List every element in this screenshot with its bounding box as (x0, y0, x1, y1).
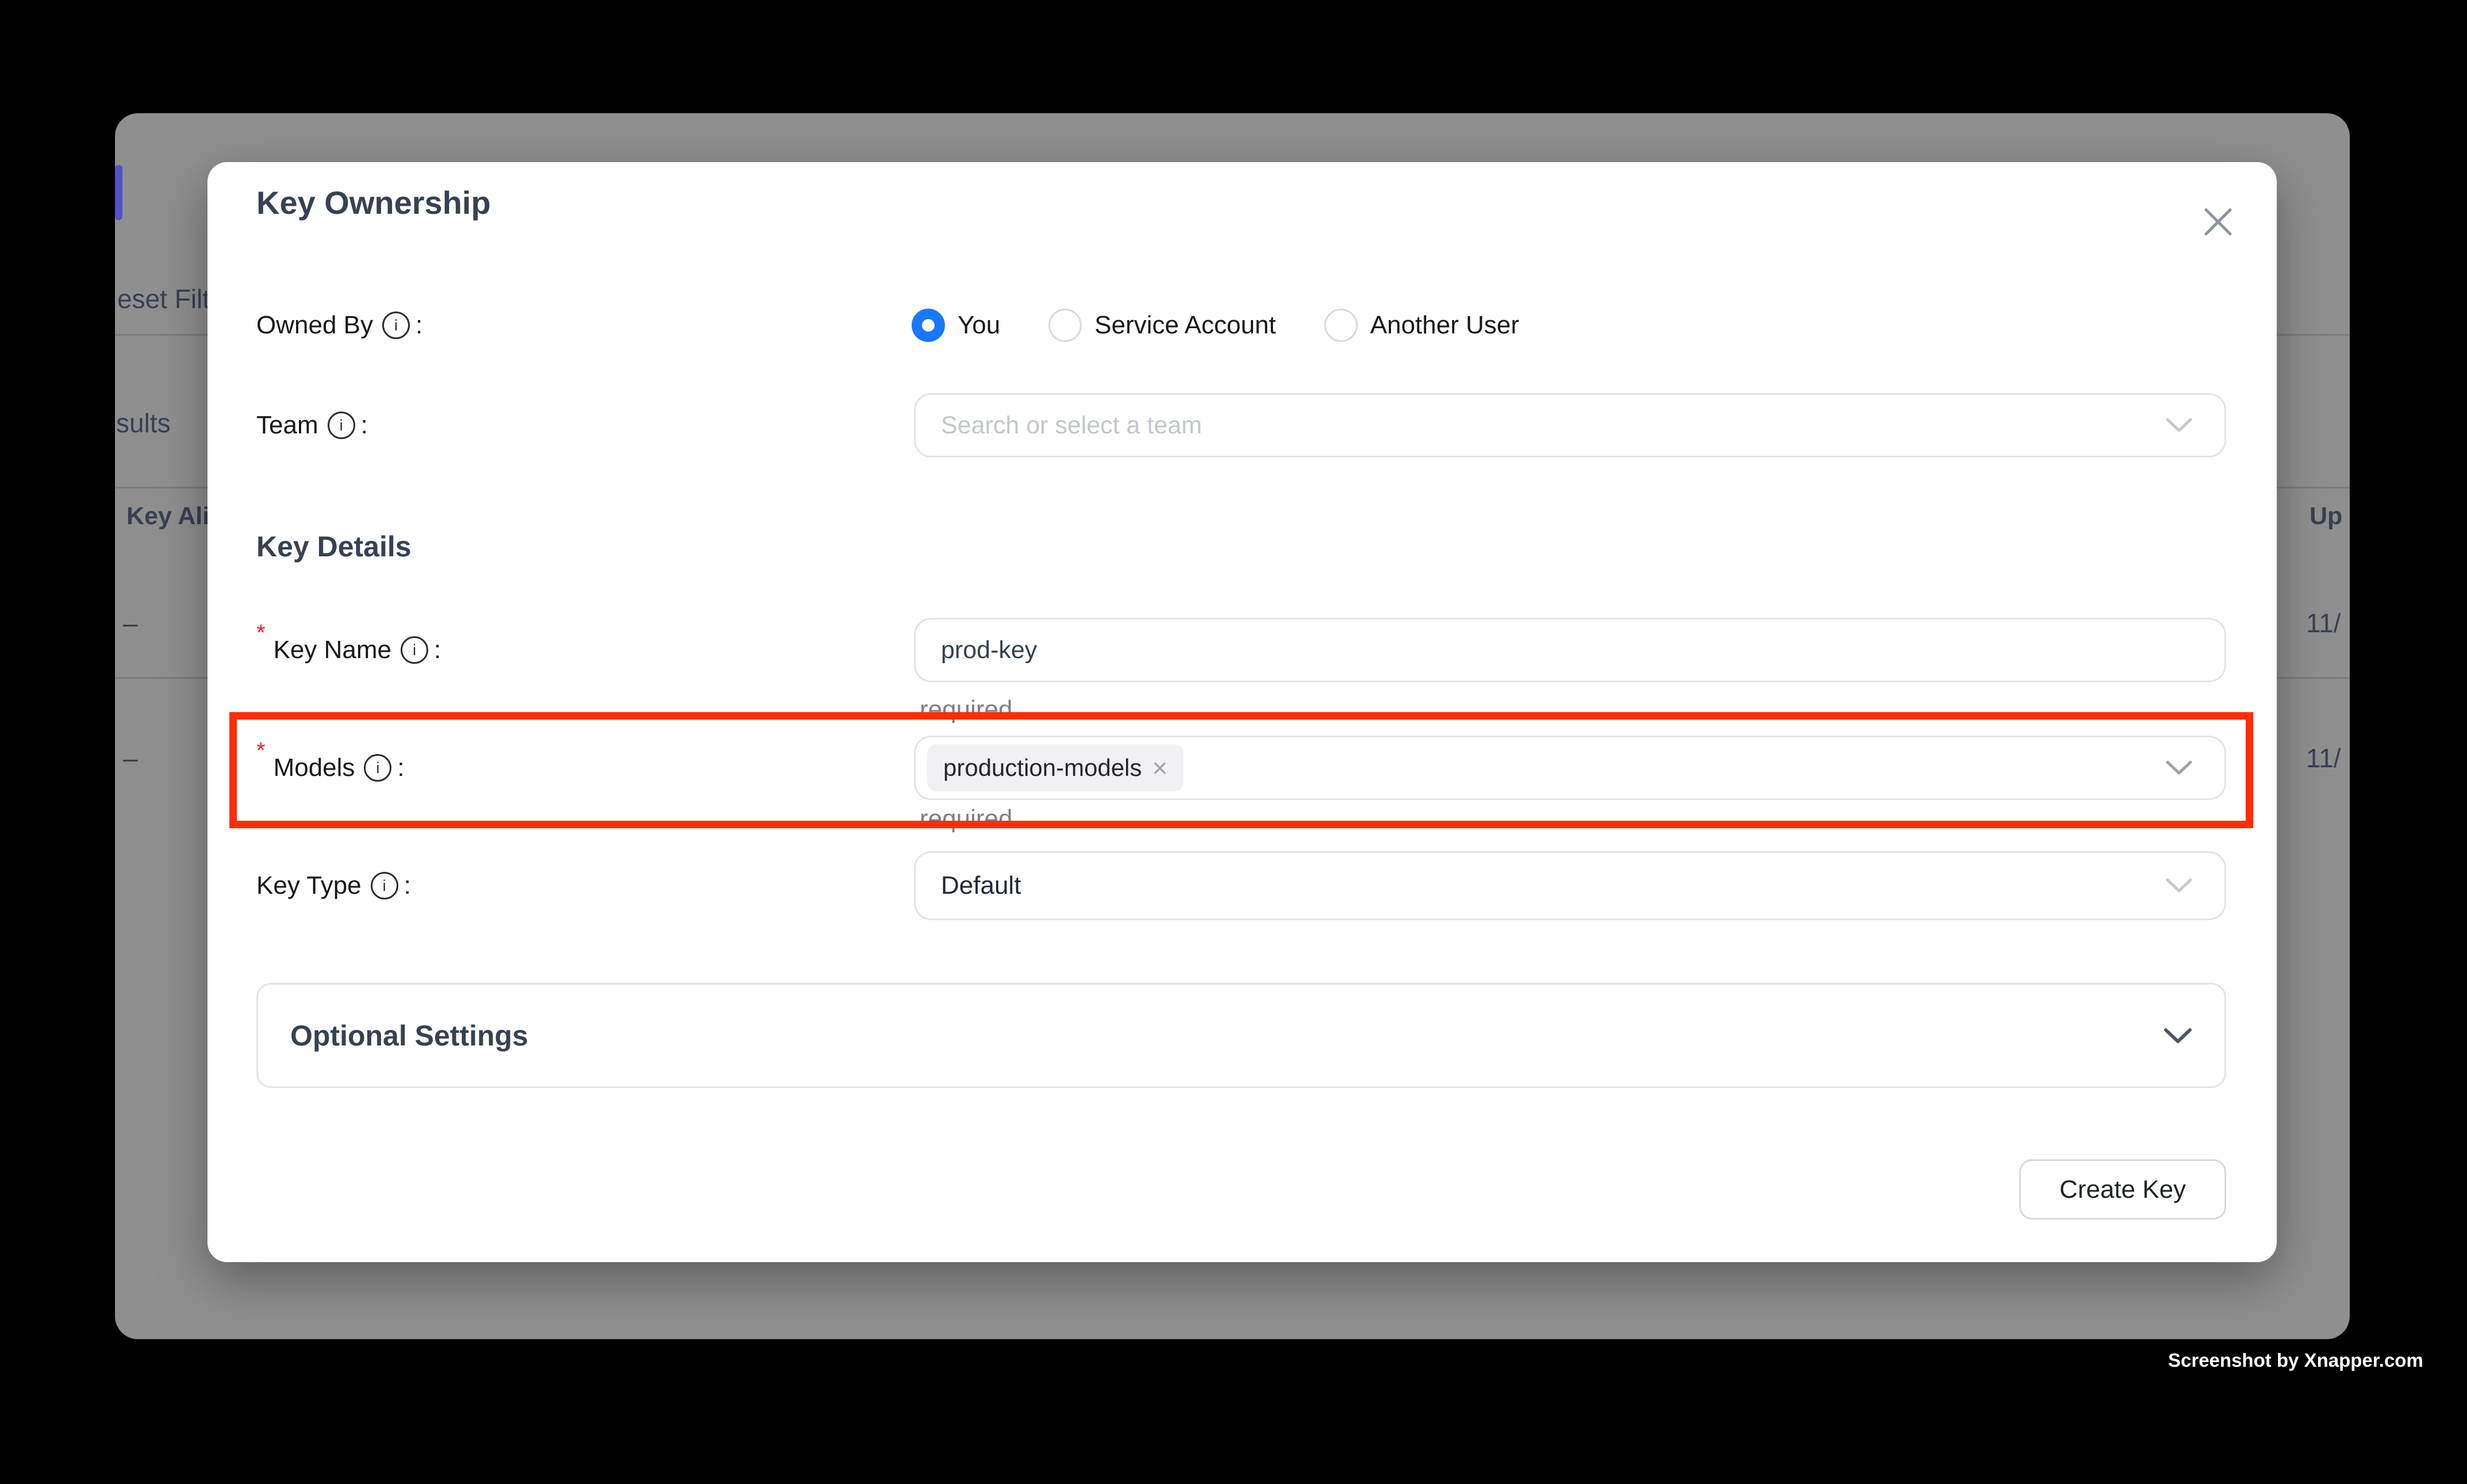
chevron-down-icon (2166, 418, 2192, 433)
optional-settings-toggle[interactable]: Optional Settings (256, 983, 2226, 1088)
close-icon (2201, 205, 2235, 239)
key-type-row: Key Type i : Default (207, 851, 2226, 920)
optional-settings-title: Optional Settings (290, 1019, 528, 1052)
info-icon[interactable]: i (328, 412, 355, 439)
radio-label: Another User (1370, 311, 1519, 340)
info-icon[interactable]: i (364, 754, 391, 782)
key-details-heading: Key Details (256, 530, 412, 563)
colon: : (397, 753, 404, 782)
radio-option-service-account[interactable]: Service Account (1048, 309, 1276, 342)
key-type-selected-value: Default (916, 871, 1021, 900)
owned-by-label: Owned By i : (256, 299, 422, 352)
table-row-updated-cell: 11/ (2306, 608, 2341, 639)
key-name-input[interactable] (916, 636, 1977, 665)
info-icon[interactable]: i (382, 312, 410, 339)
key-type-label: Key Type i : (256, 859, 411, 912)
key-type-label-text: Key Type (256, 871, 362, 900)
team-label: Team i : (256, 399, 368, 452)
screen: eset Filt sults Key Alia Up – 11/ – 11/ … (0, 0, 2467, 1484)
required-asterisk: * (256, 620, 266, 646)
radio-label: You (958, 311, 1000, 340)
info-icon[interactable]: i (401, 636, 428, 664)
owned-by-label-text: Owned By (256, 311, 373, 340)
models-multiselect[interactable]: production-models × (914, 736, 2226, 800)
table-row-updated-cell: 11/ (2306, 743, 2341, 774)
watermark-text: Screenshot by Xnapper.com (2168, 1350, 2423, 1371)
key-name-row: * Key Name i : (207, 618, 2226, 682)
owned-by-row: Owned By i : You Service Account Another… (207, 299, 2226, 352)
selected-model-tag: production-models × (927, 744, 1183, 791)
models-validation-message: required (920, 805, 1012, 833)
model-tag-label: production-models (943, 754, 1142, 782)
radio-option-you[interactable]: You (912, 309, 1000, 342)
radio-unselected-icon[interactable] (1324, 309, 1358, 342)
models-label-text: Models (274, 753, 355, 782)
updated-column-header: Up (2310, 502, 2342, 530)
key-name-label-text: Key Name (274, 636, 391, 664)
radio-option-another-user[interactable]: Another User (1324, 309, 1519, 342)
required-asterisk: * (256, 738, 266, 764)
info-icon[interactable]: i (371, 872, 398, 899)
key-name-field[interactable] (914, 618, 2226, 682)
reset-filters-fragment: eset Filt (117, 283, 210, 314)
background-blue-button-fragment (115, 165, 122, 220)
key-name-validation-message: required (920, 695, 1012, 724)
table-row-alias-cell: – (123, 743, 138, 774)
results-count-fragment: sults (116, 407, 171, 439)
team-label-text: Team (256, 411, 318, 440)
key-type-select[interactable]: Default (914, 851, 2226, 920)
colon: : (404, 871, 411, 900)
colon: : (416, 311, 422, 340)
colon: : (434, 636, 441, 664)
radio-unselected-icon[interactable] (1048, 309, 1082, 342)
modal-title: Key Ownership (256, 184, 491, 221)
chevron-down-icon (2166, 760, 2192, 775)
radio-selected-icon[interactable] (912, 309, 945, 342)
key-name-label: * Key Name i : (256, 624, 441, 676)
models-label: * Models i : (256, 741, 405, 794)
table-row-alias-cell: – (123, 608, 138, 639)
remove-tag-icon[interactable]: × (1152, 755, 1168, 781)
team-row: Team i : Search or select a team (207, 393, 2226, 457)
close-button[interactable] (2197, 201, 2239, 243)
team-select-placeholder: Search or select a team (916, 412, 1202, 440)
create-key-modal: Key Ownership Owned By i : You Service A… (207, 162, 2277, 1262)
team-select[interactable]: Search or select a team (914, 393, 2226, 457)
radio-label: Service Account (1094, 311, 1276, 340)
create-key-button[interactable]: Create Key (2019, 1159, 2226, 1220)
chevron-down-icon (2166, 878, 2192, 893)
models-row: * Models i : production-models × (207, 736, 2226, 800)
colon: : (361, 411, 368, 440)
owned-by-radio-group: You Service Account Another User (912, 309, 1519, 342)
chevron-down-icon (2164, 1028, 2192, 1044)
